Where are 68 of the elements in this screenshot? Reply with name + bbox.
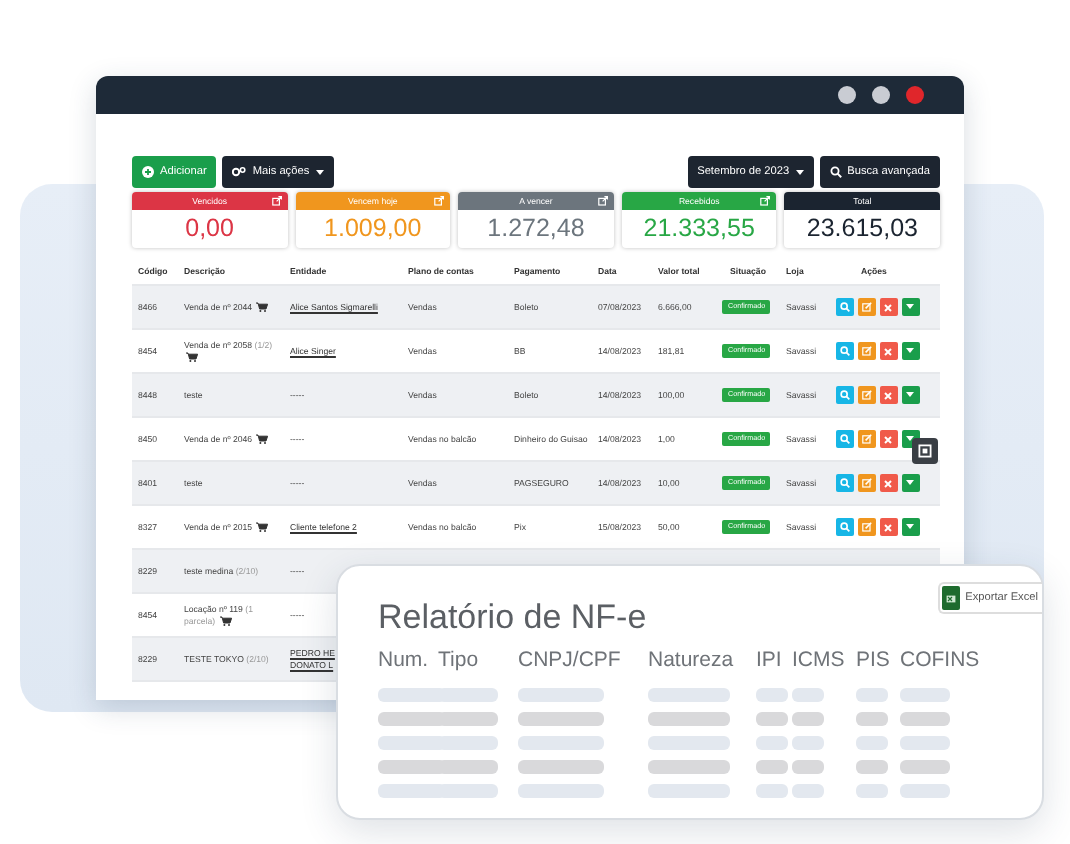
edit-icon <box>861 478 871 488</box>
summary-value: 1.272,48 <box>485 212 587 246</box>
caret-icon <box>795 169 804 175</box>
search-icon <box>839 390 849 400</box>
close-icon <box>884 479 892 487</box>
column-header: Num. <box>378 648 431 676</box>
view-button[interactable] <box>835 430 853 448</box>
search-icon <box>839 434 849 444</box>
external-link-icon[interactable] <box>760 196 771 206</box>
close-icon <box>884 391 892 399</box>
search-icon <box>839 522 849 532</box>
search-icon <box>839 346 849 356</box>
external-link-icon[interactable] <box>597 196 608 206</box>
column-header: ICMS <box>792 648 847 676</box>
caret-icon <box>906 436 914 442</box>
window-control[interactable] <box>872 86 890 104</box>
caret-icon <box>906 480 914 486</box>
plus-icon <box>142 166 154 178</box>
view-button[interactable] <box>835 386 853 404</box>
delete-button[interactable] <box>879 342 897 360</box>
view-button[interactable] <box>835 474 853 492</box>
view-button[interactable] <box>835 518 853 536</box>
delete-button[interactable] <box>879 298 897 316</box>
external-link-icon[interactable] <box>271 196 282 206</box>
edit-icon <box>861 346 871 356</box>
edit-icon <box>861 390 871 400</box>
edit-button[interactable] <box>857 518 875 536</box>
edit-button[interactable] <box>857 386 875 404</box>
square-icon[interactable] <box>912 438 938 464</box>
summary-value: 21.333,55 <box>641 212 757 246</box>
column-header: IPI <box>756 648 784 676</box>
column-header: Tipo <box>438 648 481 676</box>
search-icon <box>839 478 849 488</box>
column-header: Natureza <box>648 648 736 676</box>
gears-icon <box>232 166 247 178</box>
summary-value: 23.615,03 <box>804 212 920 246</box>
summary-value: 0,00 <box>183 212 236 246</box>
close-icon <box>884 523 892 531</box>
edit-icon <box>861 522 871 532</box>
delete-button[interactable] <box>879 518 897 536</box>
edit-button[interactable] <box>857 430 875 448</box>
search-icon <box>829 166 842 178</box>
search-icon <box>839 302 849 312</box>
report-title: Relatório de NF-e <box>378 596 647 638</box>
caret-icon <box>906 392 914 398</box>
edit-icon <box>861 434 871 444</box>
window-control[interactable] <box>838 86 856 104</box>
caret-icon <box>906 524 914 530</box>
column-header: CNPJ/CPF <box>518 648 623 676</box>
caret-icon <box>315 169 324 175</box>
close-icon <box>884 435 892 443</box>
close-icon <box>884 347 892 355</box>
close-icon <box>884 303 892 311</box>
edit-button[interactable] <box>857 298 875 316</box>
column-header: PIS <box>856 648 892 676</box>
delete-button[interactable] <box>879 474 897 492</box>
caret-icon <box>906 348 914 354</box>
column-header: COFINS <box>900 648 980 676</box>
view-button[interactable] <box>835 298 853 316</box>
edit-icon <box>861 302 871 312</box>
external-link-icon[interactable] <box>434 196 445 206</box>
edit-button[interactable] <box>857 342 875 360</box>
caret-icon <box>906 304 914 310</box>
spreadsheet-icon <box>941 586 960 610</box>
edit-button[interactable] <box>857 474 875 492</box>
view-button[interactable] <box>835 342 853 360</box>
summary-value: 1.009,00 <box>322 212 424 246</box>
delete-button[interactable] <box>879 386 897 404</box>
